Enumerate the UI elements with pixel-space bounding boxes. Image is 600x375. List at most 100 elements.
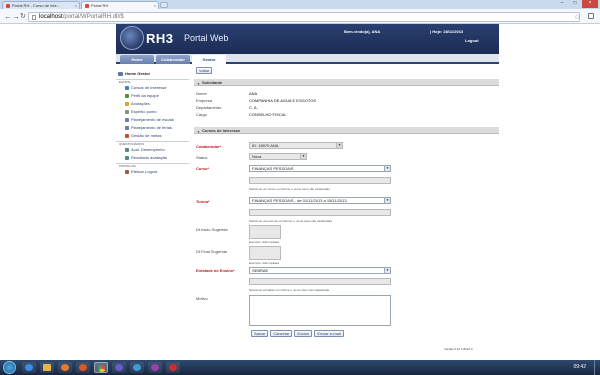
favicon-icon (85, 4, 89, 8)
colaborador-label: Colaborador* (196, 144, 222, 149)
folder-icon[interactable] (40, 362, 54, 373)
chevron-down-icon: ▼ (384, 166, 390, 171)
chrome-icon[interactable] (94, 362, 108, 373)
app-icon[interactable] (148, 362, 162, 373)
new-tab-button[interactable] (160, 2, 168, 8)
show-desktop-button[interactable] (594, 360, 600, 375)
url-host: localhost (39, 14, 63, 20)
sidebar-item-label: Cursos de interesse (131, 85, 167, 90)
curso-name-input[interactable] (249, 177, 391, 184)
calendar-icon (125, 118, 129, 122)
sidebar-item-escala[interactable]: Planejamento de escala (116, 116, 189, 124)
motivo-textarea[interactable] (249, 295, 391, 326)
ie-icon[interactable] (22, 362, 36, 373)
turma-select[interactable]: FINANÇAS PESSOAIS - de 01/11/2013 a 15/1… (249, 197, 391, 204)
entidade-select[interactable]: SEBRAE ▼ (249, 267, 391, 274)
turma-hint: Selecione uma turma ou informe o nome ca… (249, 219, 332, 223)
sidebar-item-logout[interactable]: Efetuar Logout (116, 168, 189, 176)
status-select[interactable]: Nova ▼ (249, 153, 307, 160)
sidebar: Home Gestor EQUIPE Cursos de interesse P… (116, 70, 189, 176)
colaborador-value: ID: 18970 ANA (252, 143, 279, 148)
info-label: Nome (196, 91, 207, 96)
dt-final-hint: Exemplo: dd/mm/aaaa (249, 261, 280, 265)
entidade-label: Entidade de Ensino* (196, 268, 235, 273)
page-icon (32, 15, 36, 20)
info-label: Empresa (196, 98, 213, 103)
logout-link[interactable]: Logout (465, 38, 479, 43)
sidebar-item-label: Efetuar Logout (131, 169, 158, 174)
sidebar-item-perfil[interactable]: Perfil da equipe (116, 92, 189, 100)
curso-value: FINANÇAS PESSOAIS (252, 166, 294, 171)
dt-final-label: Dt.Final Sugerida (196, 249, 227, 254)
sidebar-item-label: Aval. Desempenho (131, 147, 165, 152)
browser-tab-portal[interactable]: Portal RH × (81, 1, 159, 9)
sidebar-item-label: Planejamento de escala (131, 117, 174, 122)
cursos-header[interactable]: ▼ Cursos de Interesse (194, 127, 499, 134)
calendar-icon (125, 126, 129, 130)
dt-inicio-input[interactable] (249, 225, 281, 239)
back-icon[interactable]: ← (4, 12, 12, 21)
colaborador-select[interactable]: ID: 18970 ANA ▼ (249, 142, 343, 149)
info-value: COMPANHIA DE AGUA E ESGOTOS (249, 98, 316, 103)
tab-gestor[interactable]: Gestor (192, 55, 226, 64)
sidebar-item-espelho[interactable]: Espelho ponto (116, 108, 189, 116)
save-button[interactable]: Salvar (251, 330, 269, 337)
sidebar-item-metas[interactable]: Gestão de metas (116, 132, 189, 140)
dt-inicio-label: Dt.Inicio Sugerida (196, 227, 228, 232)
browser-tab-cursos[interactable]: Portal RH - Curso de inte… × (2, 1, 80, 9)
curso-select[interactable]: FINANÇAS PESSOAIS ▼ (249, 165, 391, 172)
cancel-button[interactable]: Cancelar (270, 330, 293, 337)
tab-close-icon[interactable]: × (75, 2, 77, 9)
today-date: | Hoje: 28/11/2013 (430, 29, 464, 34)
send-email-button[interactable]: Enviar e-mail (314, 330, 344, 337)
sidebar-item-label: Planejamento de férias (131, 125, 172, 130)
sidebar-home-gestor[interactable]: Home Gestor (116, 70, 189, 78)
evaluation-icon (125, 148, 129, 152)
chevron-down-icon: ▼ (300, 154, 306, 159)
maximize-button[interactable]: □ (569, 0, 581, 8)
voltar-button[interactable]: Voltar (196, 67, 213, 74)
close-window-button[interactable]: × (582, 0, 598, 8)
app-icon[interactable] (130, 362, 144, 373)
team-icon (125, 94, 129, 98)
forward-icon[interactable]: → (12, 12, 20, 21)
dt-final-input[interactable] (249, 246, 281, 260)
status-value: Nova (252, 154, 262, 159)
start-icon[interactable] (3, 361, 16, 374)
sidebar-item-ferias[interactable]: Planejamento de férias (116, 124, 189, 132)
chevron-down-icon: ▼ (384, 268, 390, 273)
result-icon (125, 156, 129, 160)
entidade-name-input[interactable] (249, 278, 391, 285)
turma-name-input[interactable] (249, 209, 391, 216)
entidade-value: SEBRAE (252, 268, 269, 273)
tab-colaborador[interactable]: Colaborador (156, 55, 190, 64)
media-player-icon[interactable] (58, 362, 72, 373)
form-actions: Salvar Cancelar Excluir Enviar e-mail (251, 330, 344, 337)
star-icon[interactable]: ☆ (574, 13, 580, 21)
clock-icon (125, 110, 129, 114)
minimize-button[interactable]: – (556, 0, 568, 8)
sidebar-item-cursos[interactable]: Cursos de interesse (116, 84, 189, 92)
app-icon[interactable] (112, 362, 126, 373)
clock-text[interactable]: 09:42 (573, 364, 586, 370)
collapse-icon: ▼ (197, 130, 200, 134)
collapse-icon: ▼ (197, 82, 200, 86)
section-title: Solicitante (202, 80, 223, 85)
info-value: CONSELHO FISCAL (249, 112, 287, 117)
sidebar-item-resultado[interactable]: Resultado avaliação (116, 154, 189, 162)
sidebar-item-aval[interactable]: Aval. Desempenho (116, 146, 189, 154)
firefox-icon[interactable] (76, 362, 90, 373)
sidebar-item-label: Anotações (131, 101, 150, 106)
url-path: /portal/WPortalRH.dll/$ (62, 14, 124, 20)
tab-close-icon[interactable]: × (154, 2, 156, 9)
app-icon[interactable] (166, 362, 180, 373)
favicon-icon (6, 4, 10, 8)
sidebar-item-anotacoes[interactable]: Anotações (116, 100, 189, 108)
delete-button[interactable]: Excluir (294, 330, 313, 337)
tab-home[interactable]: Home (120, 55, 154, 64)
wrench-icon[interactable] (588, 13, 594, 19)
solicitante-header[interactable]: ▼ Solicitante (194, 79, 499, 86)
address-bar[interactable]: localhost/portal/WPortalRH.dll/$ (28, 12, 580, 22)
turma-value: FINANÇAS PESSOAIS - de 01/11/2013 a 15/1… (252, 198, 347, 203)
reload-icon[interactable]: ↻ (20, 12, 26, 21)
